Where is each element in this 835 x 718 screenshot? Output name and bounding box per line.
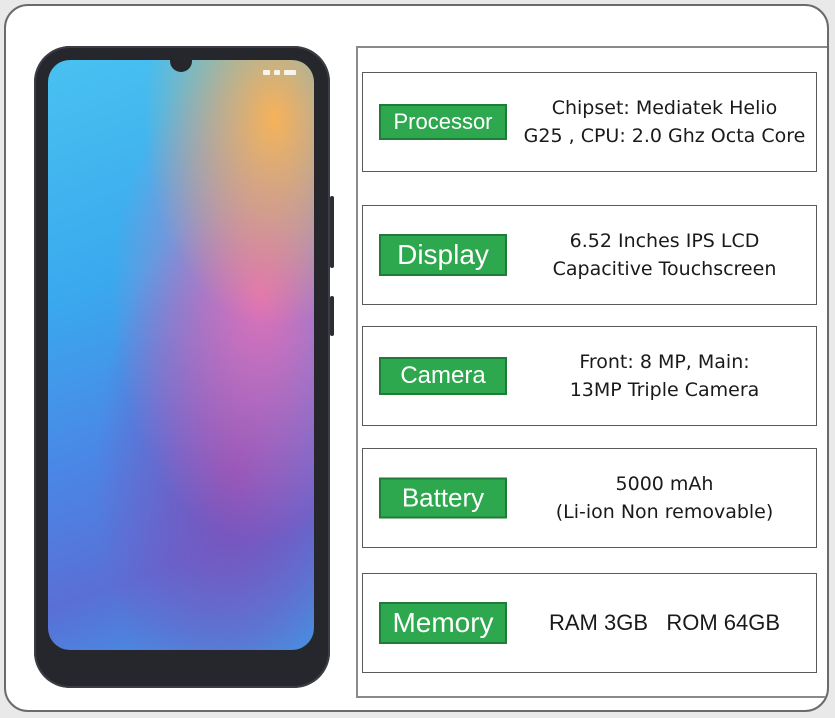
spec-value-memory: RAM 3GB ROM 64GB [513, 553, 816, 693]
spec-label-memory: Memory [379, 602, 507, 644]
spec-label-display: Display [379, 234, 507, 276]
spec-label-camera: Camera [379, 357, 507, 395]
spec-card: Processor Chipset: Mediatek Helio G25 , … [4, 4, 829, 712]
camera-notch [170, 60, 192, 72]
spec-line: 5000 mAh [615, 473, 714, 495]
spec-label-battery: Battery [379, 477, 507, 519]
frame-line-bottom [356, 696, 827, 698]
spec-line: 13MP Triple Camera [569, 379, 760, 401]
power-button [330, 296, 334, 336]
spec-value-display: 6.52 Inches IPS LCD Capacitive Touchscre… [513, 227, 816, 283]
phone-image [34, 46, 334, 688]
battery-icon [284, 70, 296, 75]
spec-line: Chipset: Mediatek Helio [551, 97, 778, 119]
spec-line: RAM 3GB ROM 64GB [548, 610, 781, 635]
spec-value-camera: Front: 8 MP, Main: 13MP Triple Camera [513, 348, 816, 404]
signal-icon [263, 70, 270, 75]
volume-button [330, 196, 334, 268]
spec-row-processor: Processor Chipset: Mediatek Helio G25 , … [362, 72, 817, 172]
spec-value-processor: Chipset: Mediatek Helio G25 , CPU: 2.0 G… [513, 94, 816, 150]
spec-line: Front: 8 MP, Main: [579, 351, 750, 373]
status-bar [263, 70, 296, 75]
spec-row-camera: Camera Front: 8 MP, Main: 13MP Triple Ca… [362, 326, 817, 426]
phone-screen [48, 60, 314, 650]
frame-line-top [356, 46, 827, 48]
spec-line: Capacitive Touchscreen [552, 258, 777, 280]
spec-line: G25 , CPU: 2.0 Ghz Octa Core [523, 125, 806, 147]
spec-value-battery: 5000 mAh (Li-ion Non removable) [513, 470, 816, 526]
spec-row-display: Display 6.52 Inches IPS LCD Capacitive T… [362, 205, 817, 305]
spec-label-processor: Processor [379, 104, 507, 140]
wifi-icon [274, 70, 280, 75]
spec-line: 6.52 Inches IPS LCD [569, 230, 760, 252]
spec-row-battery: Battery 5000 mAh (Li-ion Non removable) [362, 448, 817, 548]
spec-line: (Li-ion Non removable) [555, 501, 774, 523]
spec-row-memory: Memory RAM 3GB ROM 64GB [362, 573, 817, 673]
frame-line-left [356, 46, 358, 698]
